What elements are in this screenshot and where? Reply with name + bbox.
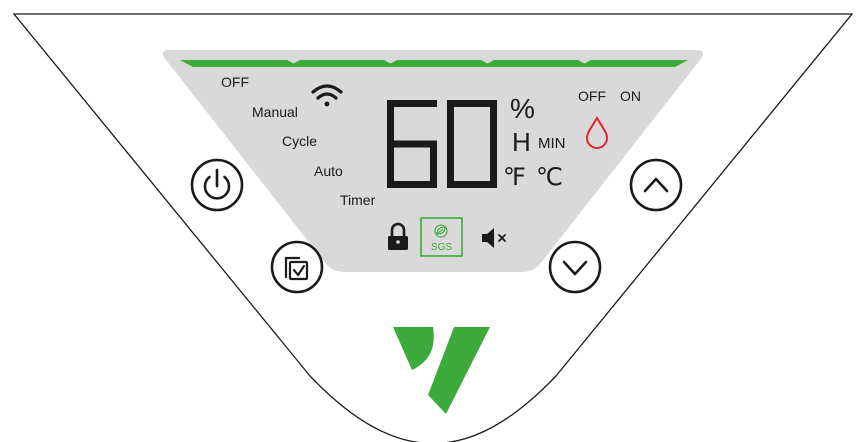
pump-on-label: ON: [620, 88, 641, 104]
digit-1-segment-d: [387, 181, 437, 188]
mode-label-auto: Auto: [314, 163, 343, 179]
digit-2-segment-b: [490, 100, 497, 148]
power-button[interactable]: [190, 158, 244, 212]
digit-2-segment-f: [447, 100, 454, 148]
mode-label-timer: Timer: [340, 192, 376, 208]
pump-off-label: OFF: [578, 88, 606, 104]
digit-1-segment-g: [387, 140, 437, 148]
digit-1-segment-a: [387, 100, 437, 107]
level-segment-5: [578, 60, 688, 67]
digit-1-segment-f: [387, 100, 394, 148]
mode-button[interactable]: [270, 240, 324, 294]
mode-label-manual: Manual: [252, 104, 298, 120]
level-segment-2: [287, 60, 397, 67]
digit-1-segment-c: [430, 140, 437, 188]
level-segment-1: [180, 60, 300, 67]
unit-fahrenheit: ℉: [503, 164, 526, 191]
unit-minutes: MIN: [538, 135, 566, 152]
up-button[interactable]: [629, 158, 683, 212]
digit-2-segment-e: [447, 140, 454, 188]
level-segment-4: [481, 60, 591, 67]
unit-celsius: ℃: [536, 164, 563, 191]
mode-label-off: OFF: [221, 74, 249, 90]
level-segment-3: [384, 60, 494, 67]
digit-2-segment-d: [447, 181, 497, 188]
digit-1-segment-e: [387, 140, 394, 188]
digit-2-segment-c: [490, 140, 497, 188]
mode-label-cycle: Cycle: [282, 133, 317, 149]
unit-hours: H: [512, 127, 531, 157]
level-bar: [180, 60, 688, 67]
sgs-badge-label: SGS: [431, 242, 452, 253]
control-panel: OFF Manual Cycle Auto Timer % H MIN ℉ ℃ …: [12, 13, 854, 442]
unit-percent: %: [510, 93, 535, 124]
down-button[interactable]: [548, 240, 602, 294]
digit-2-segment-a: [447, 100, 497, 107]
